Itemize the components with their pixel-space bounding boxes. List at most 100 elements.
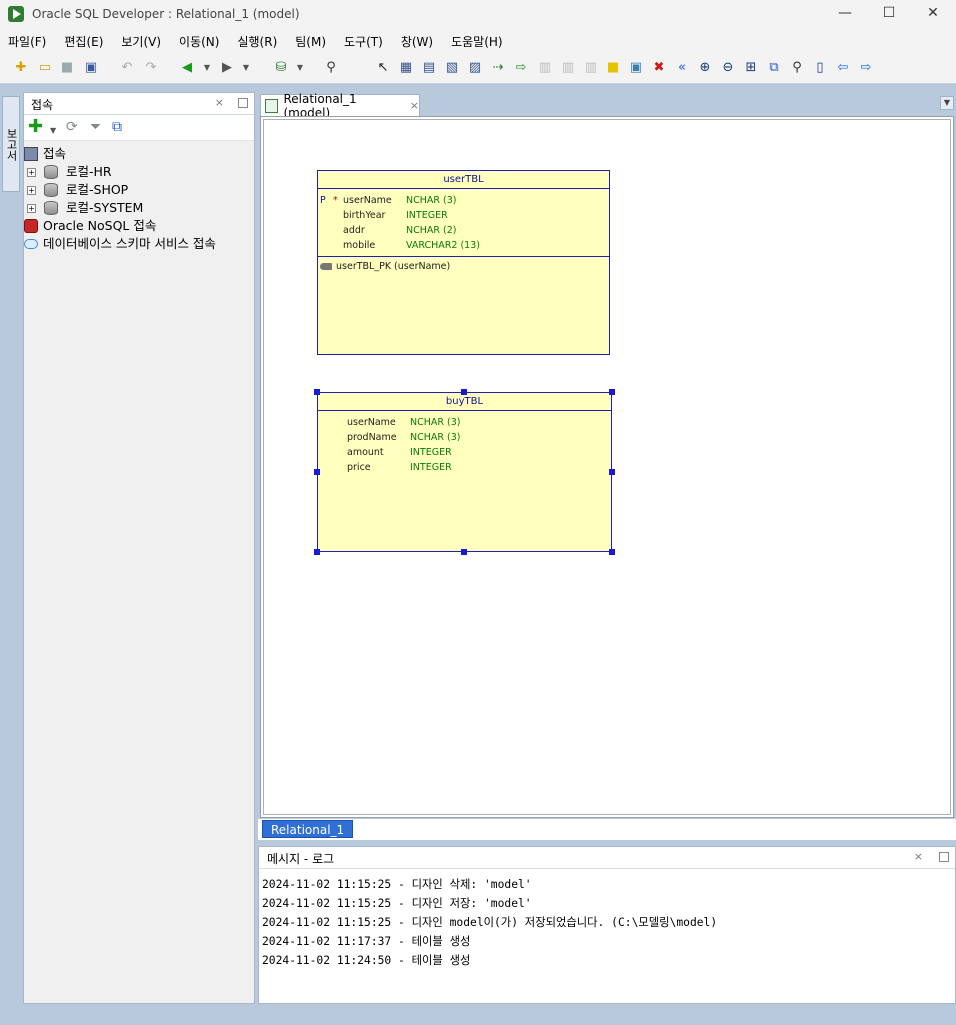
menu-view[interactable]: 보기(V) <box>117 33 165 50</box>
expand-icon[interactable]: + <box>27 204 36 213</box>
back-icon[interactable]: ◀ <box>178 59 196 77</box>
tree-item-local-hr[interactable]: + 로컬-HR <box>24 163 254 181</box>
new-icon[interactable]: ✚ <box>12 59 30 77</box>
expand-icon[interactable]: + <box>27 186 36 195</box>
schema-browser-icon[interactable]: ⧉ <box>112 119 122 135</box>
primary-key-constraint[interactable]: userTBL_PK (userName) <box>320 261 450 272</box>
maximize-button[interactable]: ☐ <box>866 0 912 28</box>
diagram-canvas[interactable]: userTBL P * userName NCHAR (3) birthYear… <box>263 119 951 815</box>
column-row[interactable]: birthYear INTEGER <box>318 208 609 223</box>
column-row[interactable]: prodName NCHAR (3) <box>322 430 615 445</box>
expand-icon[interactable]: + <box>27 168 36 177</box>
right-arrow-icon[interactable]: ⇨ <box>857 59 875 77</box>
new-fk-1to1-icon[interactable]: ⇨ <box>512 59 530 77</box>
connections-panel-close-button[interactable]: × <box>215 96 224 109</box>
close-window-button[interactable]: ✕ <box>910 0 956 28</box>
connections-panel-minimize-button[interactable] <box>238 98 248 108</box>
reports-side-tab-label: 보고서 <box>5 127 18 161</box>
column-type: NCHAR (2) <box>406 225 457 236</box>
resize-handle-n[interactable] <box>461 389 467 395</box>
sql-worksheet-icon[interactable]: ⛁ <box>272 59 290 77</box>
connections-toolbar: ✚ ▼ ⟳ ⏷ ⧉ <box>24 115 254 141</box>
open-icon[interactable]: ▭ <box>36 59 54 77</box>
menu-window[interactable]: 창(W) <box>397 33 437 50</box>
column-row[interactable]: amount INTEGER <box>322 445 615 460</box>
resize-handle-nw[interactable] <box>314 389 320 395</box>
log-line: 2024-11-02 11:15:25 - 디자인 삭제: 'model' <box>262 878 532 891</box>
menu-help[interactable]: 도움말(H) <box>447 33 507 50</box>
back-dropdown-icon[interactable]: ▼ <box>203 59 211 77</box>
new-view-icon[interactable]: ▤ <box>420 59 438 77</box>
log-panel-title: 메시지 - 로그 <box>267 852 335 866</box>
properties-icon[interactable]: ▯ <box>811 59 829 77</box>
save-icon[interactable]: ■ <box>58 59 76 77</box>
reports-side-tab[interactable]: 보고서 <box>2 96 20 192</box>
add-connection-icon[interactable]: ✚ <box>28 118 43 136</box>
minimize-button[interactable]: — <box>822 0 868 28</box>
select-icon[interactable]: ↖ <box>374 59 392 77</box>
diagram-tab-relational[interactable]: Relational_1 <box>262 820 354 838</box>
column-name: userName <box>347 417 396 428</box>
editor-tab-close-button[interactable]: × <box>410 99 419 112</box>
tree-item-local-system[interactable]: + 로컬-SYSTEM <box>24 199 254 217</box>
refresh-icon[interactable]: ⟳ <box>66 119 78 135</box>
split-table-icon[interactable]: ▧ <box>443 59 461 77</box>
sql-worksheet-dropdown-icon[interactable]: ▼ <box>296 59 304 77</box>
usertbl-divider <box>318 256 609 257</box>
default-size-icon[interactable]: ⧉ <box>765 59 783 77</box>
menu-team[interactable]: 팀(M) <box>291 33 330 50</box>
add-element-to-arc-icon[interactable]: ▥ <box>559 59 577 77</box>
editor-tabs-dropdown-icon[interactable]: ▼ <box>940 96 954 110</box>
log-panel-close-button[interactable]: × <box>914 850 923 863</box>
resize-handle-ne[interactable] <box>609 389 615 395</box>
left-arrow-icon[interactable]: ⇦ <box>834 59 852 77</box>
menu-navigate[interactable]: 이동(N) <box>175 33 223 50</box>
find-in-diagram-icon[interactable]: ⚲ <box>788 59 806 77</box>
undo-icon[interactable]: ↶ <box>118 59 136 77</box>
column-row[interactable]: addr NCHAR (2) <box>318 223 609 238</box>
usertbl-entity[interactable]: userTBL P * userName NCHAR (3) birthYear… <box>317 170 610 355</box>
resize-handle-w[interactable] <box>314 469 320 475</box>
forward-icon[interactable]: ▶ <box>218 59 236 77</box>
new-arc-icon[interactable]: ▥ <box>536 59 554 77</box>
filter-icon[interactable]: ⏷ <box>90 119 101 135</box>
new-fk-icon[interactable]: ⇢ <box>489 59 507 77</box>
resize-handle-sw[interactable] <box>314 549 320 555</box>
cloud-icon <box>24 239 38 249</box>
menu-run[interactable]: 실행(R) <box>233 33 281 50</box>
menu-file[interactable]: 파일(F) <box>4 33 50 50</box>
new-picture-icon[interactable]: ▣ <box>627 59 645 77</box>
column-row[interactable]: price INTEGER <box>322 460 615 475</box>
zoom-in-icon[interactable]: ⊕ <box>696 59 714 77</box>
resize-handle-s[interactable] <box>461 549 467 555</box>
editor-tab-relational-model[interactable]: Relational_1 (model) × <box>260 92 420 120</box>
log-panel-minimize-button[interactable] <box>939 852 949 862</box>
resize-handle-se[interactable] <box>609 549 615 555</box>
merge-tables-icon[interactable]: ▨ <box>466 59 484 77</box>
column-row[interactable]: userName NCHAR (3) <box>322 415 615 430</box>
tree-root-connections[interactable]: 접속 <box>24 145 254 163</box>
tree-item-oracle-nosql[interactable]: Oracle NoSQL 접속 <box>24 217 254 235</box>
column-name: price <box>347 462 371 473</box>
tree-item-local-shop[interactable]: + 로컬-SHOP <box>24 181 254 199</box>
redo-icon[interactable]: ↷ <box>142 59 160 77</box>
new-table-icon[interactable]: ▦ <box>397 59 415 77</box>
new-note-icon[interactable]: ■ <box>604 59 622 77</box>
zoom-out-icon[interactable]: ⊖ <box>719 59 737 77</box>
tree-item-schema-service[interactable]: 데이터베이스 스키마 서비스 접속 <box>24 235 254 253</box>
column-row[interactable]: P * userName NCHAR (3) <box>318 193 609 208</box>
buytbl-entity[interactable]: buyTBL userName NCHAR (3) prodName NCHAR… <box>314 389 615 555</box>
menu-edit[interactable]: 편집(E) <box>60 33 107 50</box>
find-icon[interactable]: ⚲ <box>322 59 340 77</box>
remove-element-from-arc-icon[interactable]: ▥ <box>582 59 600 77</box>
menu-tools[interactable]: 도구(T) <box>340 33 387 50</box>
database-icon <box>44 201 58 215</box>
resize-handle-e[interactable] <box>609 469 615 475</box>
delete-icon[interactable]: ✖ <box>650 59 668 77</box>
fit-screen-icon[interactable]: ⊞ <box>742 59 760 77</box>
save-all-icon[interactable]: ▣ <box>82 59 100 77</box>
add-connection-dropdown-icon[interactable]: ▼ <box>50 123 56 139</box>
engineer-to-logical-icon[interactable]: « <box>673 59 691 77</box>
column-row[interactable]: mobile VARCHAR2 (13) <box>318 238 609 253</box>
forward-dropdown-icon[interactable]: ▼ <box>242 59 250 77</box>
